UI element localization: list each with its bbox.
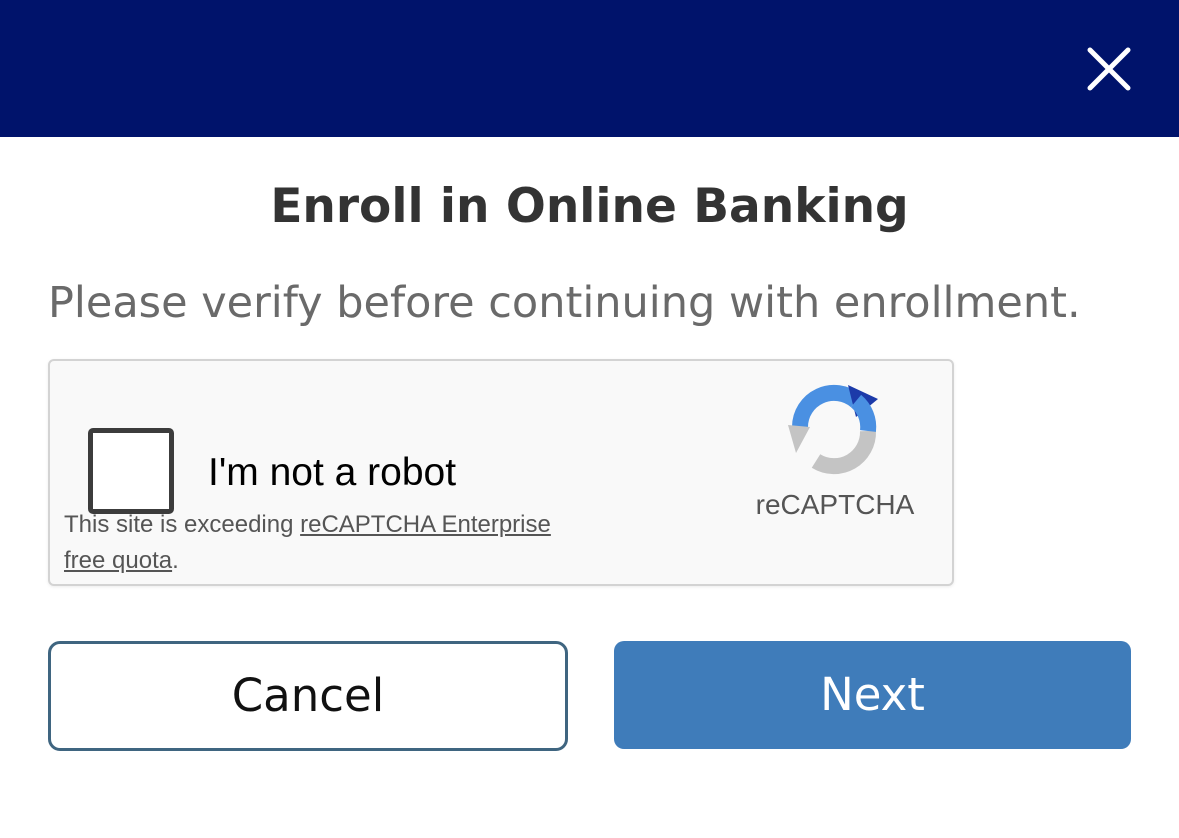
modal-header (0, 0, 1179, 137)
close-icon (1087, 47, 1131, 91)
recaptcha-widget: I'm not a robot This site is exceeding r… (48, 359, 954, 586)
page-subtitle: Please verify before continuing with enr… (48, 278, 1081, 328)
next-button[interactable]: Next (614, 641, 1131, 749)
recaptcha-brand: reCAPTCHA (755, 489, 915, 520)
recaptcha-note-suffix: . (172, 547, 179, 574)
cancel-button[interactable]: Cancel (48, 641, 568, 751)
close-button[interactable] (1080, 40, 1138, 98)
recaptcha-logo-icon (788, 384, 878, 475)
page-title: Enroll in Online Banking (270, 179, 909, 234)
recaptcha-quota-note: This site is exceeding reCAPTCHA Enterpr… (64, 507, 564, 579)
recaptcha-note-prefix: This site is exceeding (64, 511, 301, 538)
recaptcha-checkbox-label[interactable]: I'm not a robot (208, 447, 456, 499)
recaptcha-checkbox[interactable] (88, 428, 174, 514)
